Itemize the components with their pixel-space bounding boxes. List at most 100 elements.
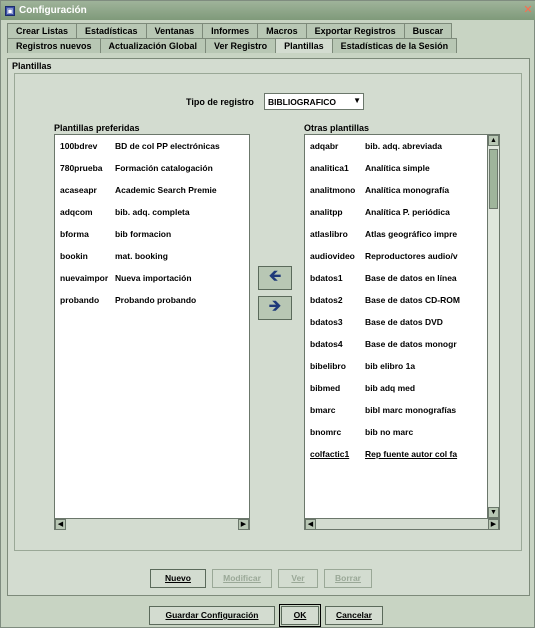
nuevo-button[interactable]: Nuevo [150,569,206,588]
tab-exportar-registros[interactable]: Exportar Registros [305,23,405,38]
template-code: bnomrc [310,427,342,437]
template-code: bdatos4 [310,339,343,349]
list-item[interactable]: colfactic1 Rep fuente autor col fa [305,443,487,465]
tab-ventanas[interactable]: Ventanas [145,23,204,38]
tab-row-2: Registros nuevos Actualización Global Ve… [7,38,458,53]
tab-macros[interactable]: Macros [257,23,307,38]
others-hscroll[interactable]: ◀ ▶ [305,518,499,529]
template-code: analitmono [310,185,356,195]
list-item[interactable]: bdatos1 Base de datos en línea [305,267,487,289]
list-item[interactable]: bforma bib formacion [55,223,249,245]
list-item[interactable]: bookin mat. booking [55,245,249,267]
template-description: Base de datos CD-ROM [365,295,460,305]
list-item[interactable]: analitpp Analítica P. periódica [305,201,487,223]
template-code: probando [60,295,100,305]
template-code: adqcom [60,207,93,217]
list-item[interactable]: bdatos3 Base de datos DVD [305,311,487,333]
list-item[interactable]: probando Probando probando [55,289,249,311]
template-code: acaseapr [60,185,97,195]
template-code: bookin [60,251,88,261]
title-bar: ▣ Configuración ✕ [1,1,535,20]
list-item[interactable]: 780prueba Formación catalogación [55,157,249,179]
list-item[interactable]: adqabr bib. adq. abreviada [305,135,487,157]
scroll-up-icon[interactable]: ▲ [488,135,499,146]
tab-ver-registro[interactable]: Ver Registro [205,38,277,53]
template-description: Base de datos en línea [365,273,457,283]
scroll-down-icon[interactable]: ▼ [488,507,499,518]
scroll-right-icon[interactable]: ▶ [488,519,499,529]
move-to-others-button[interactable]: 🡺 [258,296,292,320]
ok-button[interactable]: OK [279,604,321,627]
list-item[interactable]: bmarc bibl marc monografías [305,399,487,421]
template-code: analitica1 [310,163,349,173]
tab-row-1: Crear Listas Estadísticas Ventanas Infor… [7,23,453,38]
preferred-list-label: Plantillas preferidas [54,123,140,133]
template-code: 780prueba [60,163,103,173]
list-item[interactable]: adqcom bib. adq. completa [55,201,249,223]
guardar-configuracion-button[interactable]: Guardar Configuración [149,606,275,625]
list-item[interactable]: bibelibro bib elibro 1a [305,355,487,377]
tab-informes[interactable]: Informes [202,23,259,38]
section-title: Plantillas [12,61,52,71]
template-button-row: Nuevo Modificar Ver Borrar [150,569,378,588]
tipo-registro-value: BIBLIOGRAFICO [268,97,336,107]
template-description: BD de col PP electrónicas [115,141,220,151]
template-description: bib adq med [365,383,416,393]
list-item[interactable]: acaseapr Academic Search Premie [55,179,249,201]
tab-crear-listas[interactable]: Crear Listas [7,23,78,38]
template-description: mat. booking [115,251,168,261]
scroll-thumb[interactable] [489,149,498,209]
list-item[interactable]: analitmono Analítica monografía [305,179,487,201]
preferred-list[interactable]: 100bdrev BD de col PP electrónicas 780prue… [54,134,250,530]
template-code: adqabr [310,141,339,151]
list-item[interactable]: bdatos2 Base de datos CD-ROM [305,289,487,311]
template-description: Formación catalogación [115,163,213,173]
ver-button[interactable]: Ver [278,569,318,588]
others-vscroll[interactable]: ▲ ▼ [487,135,499,518]
tab-estadisticas[interactable]: Estadísticas [76,23,147,38]
arrow-right-icon: 🡺 [268,298,282,315]
list-item[interactable]: audiovideo Reproductores audio/v [305,245,487,267]
list-item[interactable]: 100bdrev BD de col PP electrónicas [55,135,249,157]
template-code: audiovideo [310,251,355,261]
others-list[interactable]: adqabr bib. adq. abreviada analitica1 Analí… [304,134,500,530]
scroll-left-icon[interactable]: ◀ [55,519,66,530]
template-description: Analítica monografía [365,185,450,195]
borrar-button[interactable]: Borrar [324,569,372,588]
list-item[interactable]: atlaslibro Atlas geográfico impre [305,223,487,245]
move-to-preferred-button[interactable]: 🡸 [258,266,292,290]
scroll-left-icon[interactable]: ◀ [305,519,316,529]
template-description: Probando probando [115,295,197,305]
template-code: nuevaimpor [60,273,109,283]
tab-buscar[interactable]: Buscar [403,23,453,38]
list-item[interactable]: bnomrc bib no marc [305,421,487,443]
list-item[interactable]: bibmed bib adq med [305,377,487,399]
tipo-registro-select[interactable]: BIBLIOGRAFICO ▼ [264,93,364,110]
list-item[interactable]: bdatos4 Base de datos monogr [305,333,487,355]
list-item[interactable]: analitica1 Analítica simple [305,157,487,179]
tab-actualizacion-global[interactable]: Actualización Global [99,38,207,53]
list-item[interactable]: nuevaimpor Nueva importación [55,267,249,289]
template-description: Analítica P. periódica [365,207,450,217]
preferred-hscroll[interactable]: ◀ ▶ [55,518,249,530]
template-description: bib. adq. abreviada [365,141,442,151]
chevron-down-icon[interactable]: ▼ [353,95,361,107]
tab-registros-nuevos[interactable]: Registros nuevos [7,38,101,53]
template-description: bib no marc [365,427,414,437]
template-description: Nueva importación [115,273,192,283]
cancelar-button[interactable]: Cancelar [325,606,383,625]
close-icon[interactable]: ✕ [522,4,534,16]
template-code: 100bdrev [60,141,98,151]
modificar-button[interactable]: Modificar [212,569,272,588]
tab-estadisticas-sesion[interactable]: Estadísticas de la Sesión [331,38,458,53]
template-description: bib. adq. completa [115,207,190,217]
template-description: Base de datos DVD [365,317,443,327]
template-description: bibl marc monografías [365,405,457,415]
scroll-right-icon[interactable]: ▶ [238,519,249,530]
template-code: colfactic1 [310,449,350,459]
template-code: bforma [60,229,89,239]
template-code: bmarc [310,405,336,415]
tab-plantillas[interactable]: Plantillas [275,38,333,53]
template-code: atlaslibro [310,229,348,239]
arrow-left-icon: 🡸 [268,268,282,285]
